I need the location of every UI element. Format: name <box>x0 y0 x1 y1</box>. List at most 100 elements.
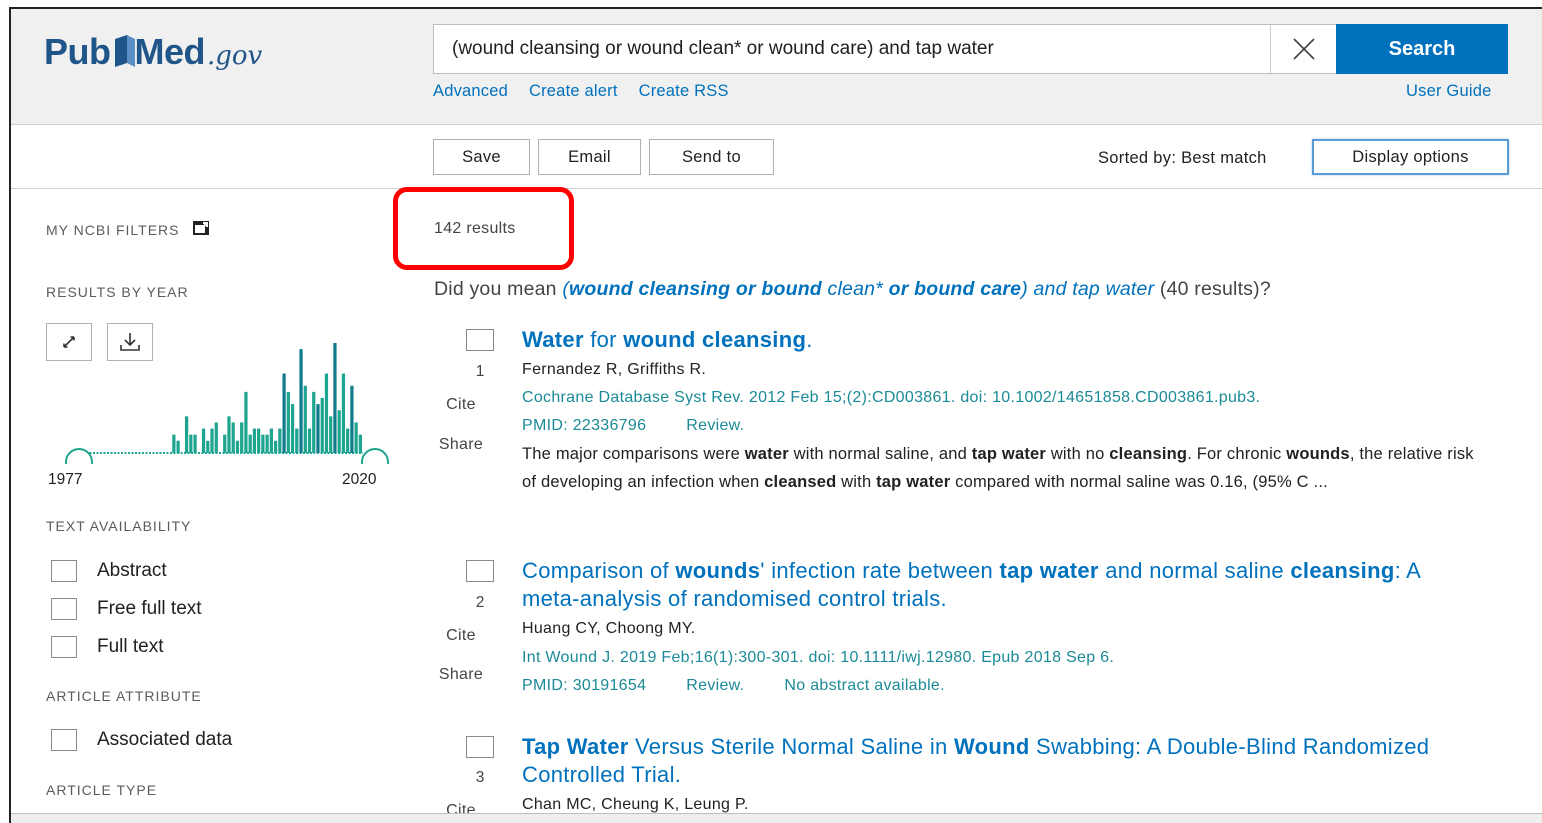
cite-button[interactable]: Cite <box>435 627 487 645</box>
user-guide-link[interactable]: User Guide <box>1406 82 1491 101</box>
result-number: 1 <box>475 363 485 380</box>
result-authors: Chan MC, Cheung K, Leung P. <box>522 796 749 813</box>
logo-pub: Pub <box>44 31 111 72</box>
chart-bar <box>358 434 362 453</box>
chart-bar <box>227 416 231 453</box>
search-button[interactable]: Search <box>1336 24 1508 74</box>
my-ncbi-filters-heading[interactable]: MY NCBI FILTERS <box>46 220 210 239</box>
browser-frame: Pub Med .gov Search Advanced Create aler… <box>9 7 1542 823</box>
did-you-mean-link[interactable]: (wound cleansing or bound clean* or boun… <box>562 278 1154 300</box>
result-authors: Huang CY, Choong MY. <box>522 620 696 637</box>
result-citation: Cochrane Database Syst Rev. 2012 Feb 15;… <box>522 389 1261 406</box>
header: Pub Med .gov Search Advanced Create aler… <box>11 9 1542 125</box>
results-by-year-chart[interactable] <box>45 324 391 464</box>
result-title-link[interactable]: Water for wound cleansing. <box>522 326 1462 354</box>
chart-bar <box>295 428 299 453</box>
result-pmid: PMID: 22336796 Review. <box>522 417 745 434</box>
share-button[interactable]: Share <box>435 666 487 684</box>
chart-bar <box>346 428 350 453</box>
chart-bar <box>299 349 303 453</box>
chart-bar <box>248 434 252 453</box>
chart-bar <box>286 391 290 453</box>
chart-bar <box>354 422 358 453</box>
did-you-mean: Did you mean (wound cleansing or bound c… <box>434 278 1271 300</box>
logo-gov: .gov <box>207 41 263 71</box>
horizontal-scrollbar[interactable] <box>11 813 1542 823</box>
result-checkbox[interactable] <box>466 329 494 351</box>
filter-full-text[interactable]: Full text <box>51 636 164 658</box>
chart-bar <box>210 428 214 453</box>
clear-search-button[interactable] <box>1270 25 1336 73</box>
chart-bar <box>337 410 341 453</box>
pubmed-logo[interactable]: Pub Med .gov <box>44 31 262 73</box>
filter-free-full-text[interactable]: Free full text <box>51 598 202 620</box>
chart-bar <box>261 434 265 453</box>
no-abstract-tag: No abstract available. <box>784 677 945 694</box>
display-options-button[interactable]: Display options <box>1312 139 1509 175</box>
close-icon <box>1292 38 1315 60</box>
advanced-link[interactable]: Advanced <box>433 82 508 101</box>
email-button[interactable]: Email <box>538 139 641 175</box>
search-input[interactable] <box>434 25 1270 73</box>
cite-button[interactable]: Cite <box>435 396 487 414</box>
chart-bar <box>278 428 282 453</box>
filter-label: Abstract <box>97 560 167 581</box>
result-number: 3 <box>475 769 485 786</box>
result-checkbox[interactable] <box>466 736 494 758</box>
chart-bar <box>235 440 240 453</box>
search-box <box>433 24 1337 74</box>
chart-bar <box>282 373 286 453</box>
results-toolbar: Save Email Send to Sorted by: Best match… <box>11 125 1542 189</box>
chart-bar <box>312 391 316 453</box>
send-to-button[interactable]: Send to <box>649 139 774 175</box>
chart-bar <box>265 434 269 453</box>
results-by-year-heading: RESULTS BY YEAR <box>46 284 189 300</box>
range-start-handle <box>65 448 93 464</box>
chart-bar <box>257 428 261 453</box>
chart-bar <box>189 434 193 453</box>
chart-bar <box>252 428 257 453</box>
checkbox[interactable] <box>51 729 77 751</box>
text-availability-heading: TEXT AVAILABILITY <box>46 518 192 534</box>
red-highlight-box <box>393 187 574 270</box>
review-tag: Review. <box>686 677 745 694</box>
chart-bar <box>240 422 244 453</box>
year-end-label: 2020 <box>342 471 377 488</box>
chart-bar <box>214 422 218 453</box>
chart-bar <box>329 416 333 453</box>
filter-associated-data[interactable]: Associated data <box>51 729 232 751</box>
filter-label: Free full text <box>97 598 202 619</box>
chart-bar <box>316 404 320 453</box>
result-title-link[interactable]: Comparison of wounds' infection rate bet… <box>522 557 1462 613</box>
save-button[interactable]: Save <box>433 139 530 175</box>
search-links: Advanced Create alert Create RSS <box>433 82 729 101</box>
result-pmid: PMID: 30191654 Review. No abstract availab… <box>522 677 945 694</box>
article-attribute-heading: ARTICLE ATTRIBUTE <box>46 688 202 704</box>
create-rss-link[interactable]: Create RSS <box>639 82 729 101</box>
checkbox[interactable] <box>51 636 77 658</box>
result-title-link[interactable]: Tap Water Versus Sterile Normal Saline i… <box>522 733 1462 789</box>
create-alert-link[interactable]: Create alert <box>529 82 618 101</box>
filter-abstract[interactable]: Abstract <box>51 560 167 582</box>
chart-bar <box>273 440 278 453</box>
sorted-by-label: Sorted by: Best match <box>1098 149 1267 167</box>
chart-bar <box>176 440 180 453</box>
chart-bar <box>341 373 346 453</box>
chart-bar <box>223 434 227 453</box>
chart-bar <box>193 434 197 453</box>
book-icon <box>113 33 137 73</box>
year-start-label: 1977 <box>48 471 83 488</box>
external-link-icon <box>192 220 210 239</box>
chart-bar <box>290 404 295 453</box>
share-button[interactable]: Share <box>435 436 487 454</box>
chart-bar <box>303 385 307 453</box>
review-tag: Review. <box>686 417 745 434</box>
chart-bar <box>184 416 189 453</box>
chart-bar <box>206 440 210 453</box>
checkbox[interactable] <box>51 598 77 620</box>
checkbox[interactable] <box>51 560 77 582</box>
filter-label: Associated data <box>97 729 233 750</box>
result-authors: Fernandez R, Griffiths R. <box>522 361 707 378</box>
result-checkbox[interactable] <box>466 560 494 582</box>
result-number: 2 <box>475 594 485 611</box>
